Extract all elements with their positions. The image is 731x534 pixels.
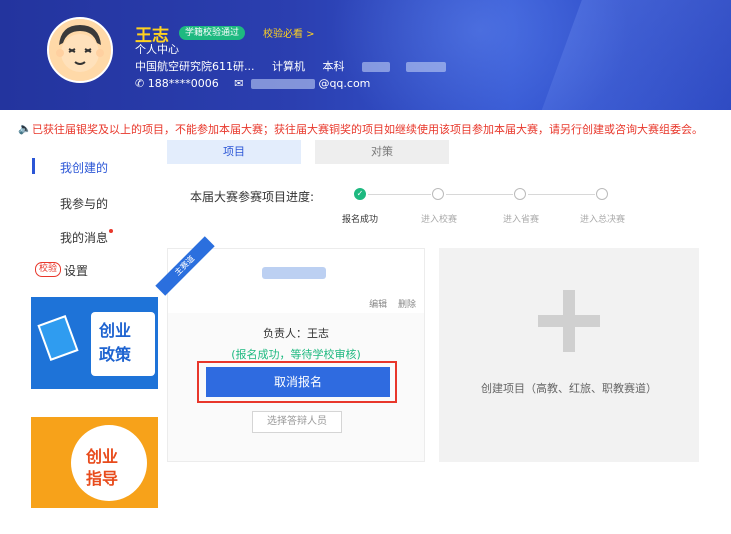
degree-text: 本科 — [322, 60, 345, 73]
banner-text: 创业 — [99, 321, 132, 340]
phone-text: 188****0006 — [147, 77, 219, 90]
edit-links: 编辑 删除 — [361, 297, 416, 310]
banner-text: 指导 — [86, 469, 119, 488]
step-label-province: 进入省赛 — [503, 215, 540, 225]
verify-status-badge: 学籍校验通过 — [179, 26, 246, 40]
phone-icon: ✆ — [135, 77, 145, 90]
avatar-face-icon — [49, 19, 111, 81]
school-text: 中国航空研究院611研... — [135, 60, 255, 73]
user-info-row: 中国航空研究院611研... 计算机 本科 — [135, 58, 446, 74]
avatar[interactable] — [47, 17, 113, 83]
sidebar-item-created[interactable]: 我创建的 — [60, 159, 108, 176]
create-project-text: 创建项目（高教、红旅、职教赛道） — [481, 382, 657, 395]
delete-link[interactable]: 删除 — [398, 300, 416, 310]
sidebar-item-messages[interactable]: 我的消息 — [60, 229, 114, 246]
speaker-icon: 🔈 — [18, 122, 32, 135]
step-label-registered: 报名成功 — [342, 215, 379, 225]
progress-line — [446, 194, 513, 195]
personal-center-label: 个人中心 — [135, 43, 179, 56]
sidebar-item-label: 我的消息 — [60, 231, 109, 245]
unread-dot — [109, 229, 114, 233]
progress-line — [528, 194, 595, 195]
contact-row: ✆ 188****0006 ✉ @qq.com — [135, 77, 370, 90]
create-project-card[interactable]: 创建项目（高教、红旅、职教赛道） — [439, 248, 699, 462]
step-label-school: 进入校赛 — [421, 215, 458, 225]
blurred-info — [362, 62, 390, 72]
blurred-project-name — [262, 267, 326, 279]
status-text: (报名成功，等待学校审核) — [231, 348, 361, 361]
step-dot — [596, 188, 608, 200]
banner-text: 创业 — [86, 447, 119, 466]
edit-link[interactable]: 编辑 — [369, 300, 387, 310]
progress-line — [368, 194, 431, 195]
mail-icon: ✉ — [234, 77, 244, 90]
document-icon — [37, 315, 79, 361]
verify-guide-link[interactable]: 校验必看 > — [263, 25, 315, 40]
notice-text: 已获往届银奖及以上的项目，不能参加本届大赛；获往届大赛铜奖的项目如继续使用该项目… — [32, 123, 703, 136]
select-defense-button[interactable]: 选择答辩人员 — [252, 411, 342, 433]
major-text: 计算机 — [272, 60, 305, 73]
email-text: @qq.com — [318, 77, 371, 90]
banner-startup-guide[interactable]: 创业 指导 — [31, 417, 158, 508]
sidebar-item-joined[interactable]: 我参与的 — [60, 195, 108, 212]
banner-startup-policy[interactable]: 创业 政策 — [31, 297, 158, 389]
tab-policy[interactable]: 对策 — [315, 140, 449, 164]
step-dot — [432, 188, 444, 200]
sidebar-active-indicator — [32, 158, 35, 174]
profile-header: 王志 学籍校验通过 校验必看 > 个人中心 中国航空研究院611研... 计算机… — [0, 0, 731, 110]
banner-text: 政策 — [99, 345, 132, 364]
plus-icon-bar — [538, 315, 600, 327]
leader-text: 负责人：王志 — [263, 327, 329, 340]
verify-tag: 校验 — [35, 262, 62, 277]
blurred-email — [250, 79, 315, 89]
blurred-info-2 — [405, 62, 446, 72]
sidebar-item-settings[interactable]: 设置 — [64, 262, 88, 279]
progress-label: 本届大赛参赛项目进度: — [190, 190, 315, 204]
project-card: 主赛道 编辑 删除 负责人：王志 (报名成功，等待学校审核) 取消报名 选择答辩… — [155, 236, 425, 462]
step-dot — [514, 188, 526, 200]
tab-project[interactable]: 项目 — [167, 140, 301, 164]
step-label-final: 进入总决赛 — [580, 215, 626, 225]
cancel-registration-button[interactable]: 取消报名 — [206, 367, 390, 397]
check-icon: ✓ — [354, 188, 366, 200]
